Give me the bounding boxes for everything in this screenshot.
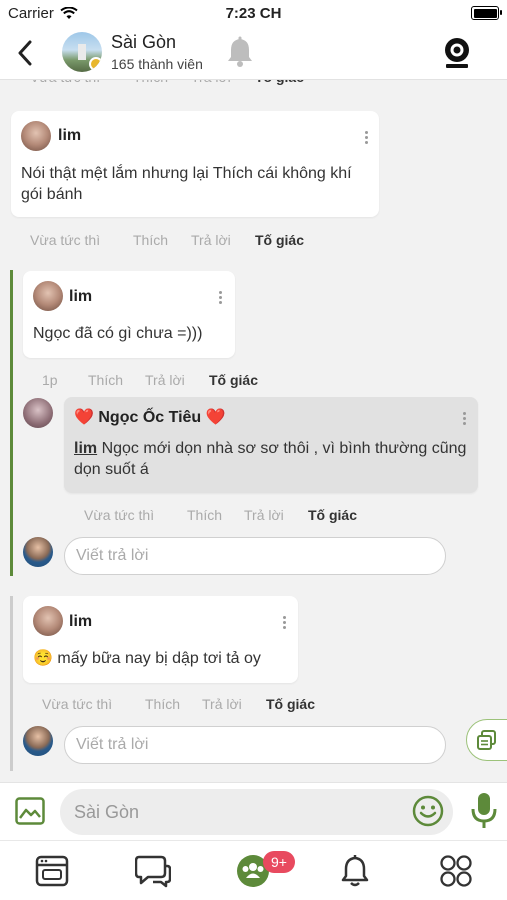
bell-icon <box>228 36 252 67</box>
browser-window-icon <box>35 855 69 887</box>
comment-author[interactable]: ❤️ Ngọc Ốc Tiêu ❤️ <box>74 407 226 427</box>
timestamp: 1p <box>42 372 58 388</box>
message-input[interactable]: Sài Gòn <box>60 789 453 835</box>
copy-threads-button[interactable] <box>466 719 507 761</box>
image-button[interactable] <box>15 797 45 830</box>
like-button[interactable]: Thích <box>88 372 123 388</box>
more-options-icon[interactable] <box>283 616 286 631</box>
group-avatar[interactable] <box>62 32 102 72</box>
avatar[interactable] <box>33 281 63 311</box>
clock: 7:23 CH <box>225 5 282 22</box>
more-options-icon[interactable] <box>365 131 368 146</box>
bottom-nav: 9+ <box>0 840 507 900</box>
stacked-cards-icon <box>477 730 496 750</box>
nav-more[interactable] <box>438 853 474 889</box>
like-button[interactable]: Thích <box>187 507 222 523</box>
comment-bubble: lim ☺️ mấy bữa nay bị dập tơi tả oy <box>23 596 298 683</box>
current-user-avatar <box>23 537 53 567</box>
notification-count-badge: 9+ <box>263 851 295 873</box>
camera-button[interactable] <box>443 37 471 74</box>
action-row-top: Vừa tức thì Thích Trả lời Tố giác <box>0 80 507 89</box>
avatar[interactable] <box>33 606 63 636</box>
comment-author[interactable]: lim <box>58 127 81 145</box>
reply-button[interactable]: Trả lời <box>202 696 242 712</box>
status-bar: Carrier 7:23 CH <box>0 0 507 28</box>
avatar[interactable] <box>21 121 51 151</box>
relieved-emoji: ☺️ <box>33 650 53 667</box>
timestamp: Vừa tức thì <box>30 232 101 248</box>
notification-bell-button[interactable] <box>225 36 255 73</box>
comment-bubble: lim Ngọc đã có gì chưa =))) <box>23 271 235 358</box>
timestamp: Vừa tức thì <box>30 80 100 85</box>
battery-icon <box>471 6 502 20</box>
comment-author[interactable]: lim <box>69 288 92 306</box>
reply-button[interactable]: Trả lời <box>244 507 284 523</box>
like-button[interactable]: Thích <box>133 232 168 248</box>
action-row: 1p Thích Trả lời Tố giác <box>0 372 507 392</box>
microphone-icon <box>471 793 497 828</box>
comment-text: ☺️ mấy bữa nay bị dập tơi tả oy <box>33 648 293 669</box>
timestamp: Vừa tức thì <box>84 507 155 523</box>
chat-header: Sài Gòn 165 thành viên <box>0 28 507 80</box>
action-row: Vừa tức thì Thích Trả lời Tố giác <box>0 696 507 716</box>
message-composer: Sài Gòn <box>0 782 507 840</box>
nav-feed[interactable] <box>34 853 70 889</box>
comment-feed[interactable]: Vừa tức thì Thích Trả lời Tố giác lim Nó… <box>0 80 507 782</box>
like-button[interactable]: Thích <box>145 696 180 712</box>
reply-input[interactable]: Viết trả lời <box>64 726 446 764</box>
timestamp: Vừa tức thì <box>42 696 113 712</box>
report-button[interactable]: Tố giác <box>266 696 315 712</box>
smiley-icon <box>412 795 444 827</box>
current-user-avatar <box>23 726 53 756</box>
nav-messages[interactable] <box>135 853 171 889</box>
more-options-icon[interactable] <box>219 291 222 306</box>
mention-link[interactable]: lim <box>74 440 97 457</box>
thread-line <box>10 596 13 771</box>
avatar[interactable] <box>23 398 53 428</box>
grid-circles-icon <box>440 855 472 887</box>
comment-text: Ngọc đã có gì chưa =))) <box>33 325 203 342</box>
chevron-left-icon <box>18 40 32 66</box>
comment-bubble: lim Nói thật mệt lắm nhưng lại Thích cái… <box>11 111 379 217</box>
report-button[interactable]: Tố giác <box>308 507 357 523</box>
admin-badge-icon <box>89 57 102 71</box>
reply-button[interactable]: Trả lời <box>191 232 231 248</box>
microphone-button[interactable] <box>470 792 498 835</box>
bell-icon <box>341 855 369 887</box>
member-count[interactable]: 165 thành viên <box>111 56 203 72</box>
comment-text: lim Ngọc mới dọn nhà sơ sơ thôi , vì bìn… <box>74 438 469 480</box>
comment-text: Nói thật mệt lắm nhưng lại Thích cái khô… <box>21 165 352 203</box>
action-row: Vừa tức thì Thích Trả lời Tố giác <box>0 507 507 527</box>
reply-button[interactable]: Trả lời <box>191 80 231 85</box>
report-button[interactable]: Tố giác <box>255 80 304 85</box>
group-title[interactable]: Sài Gòn <box>111 32 176 53</box>
thread-line <box>10 270 13 576</box>
comment-author[interactable]: lim <box>69 613 92 631</box>
like-button[interactable]: Thích <box>133 80 168 85</box>
more-options-icon[interactable] <box>463 412 466 427</box>
nav-notifications[interactable] <box>337 853 373 889</box>
comment-body: mấy bữa nay bị dập tơi tả oy <box>52 650 261 667</box>
reply-input[interactable]: Viết trả lời <box>64 537 446 575</box>
reply-bubble: ❤️ Ngọc Ốc Tiêu ❤️ lim Ngọc mới dọn nhà … <box>64 397 478 493</box>
back-button[interactable] <box>12 38 38 68</box>
report-button[interactable]: Tố giác <box>209 372 258 388</box>
action-row: Vừa tức thì Thích Trả lời Tố giác <box>0 232 507 252</box>
reply-body: Ngọc mới dọn nhà sơ sơ thôi , vì bình th… <box>74 440 467 478</box>
report-button[interactable]: Tố giác <box>255 232 304 248</box>
chat-bubbles-icon <box>135 855 171 888</box>
emoji-button[interactable] <box>412 795 444 832</box>
reply-button[interactable]: Trả lời <box>145 372 185 388</box>
webcam-icon <box>445 38 469 68</box>
image-icon <box>15 797 45 825</box>
